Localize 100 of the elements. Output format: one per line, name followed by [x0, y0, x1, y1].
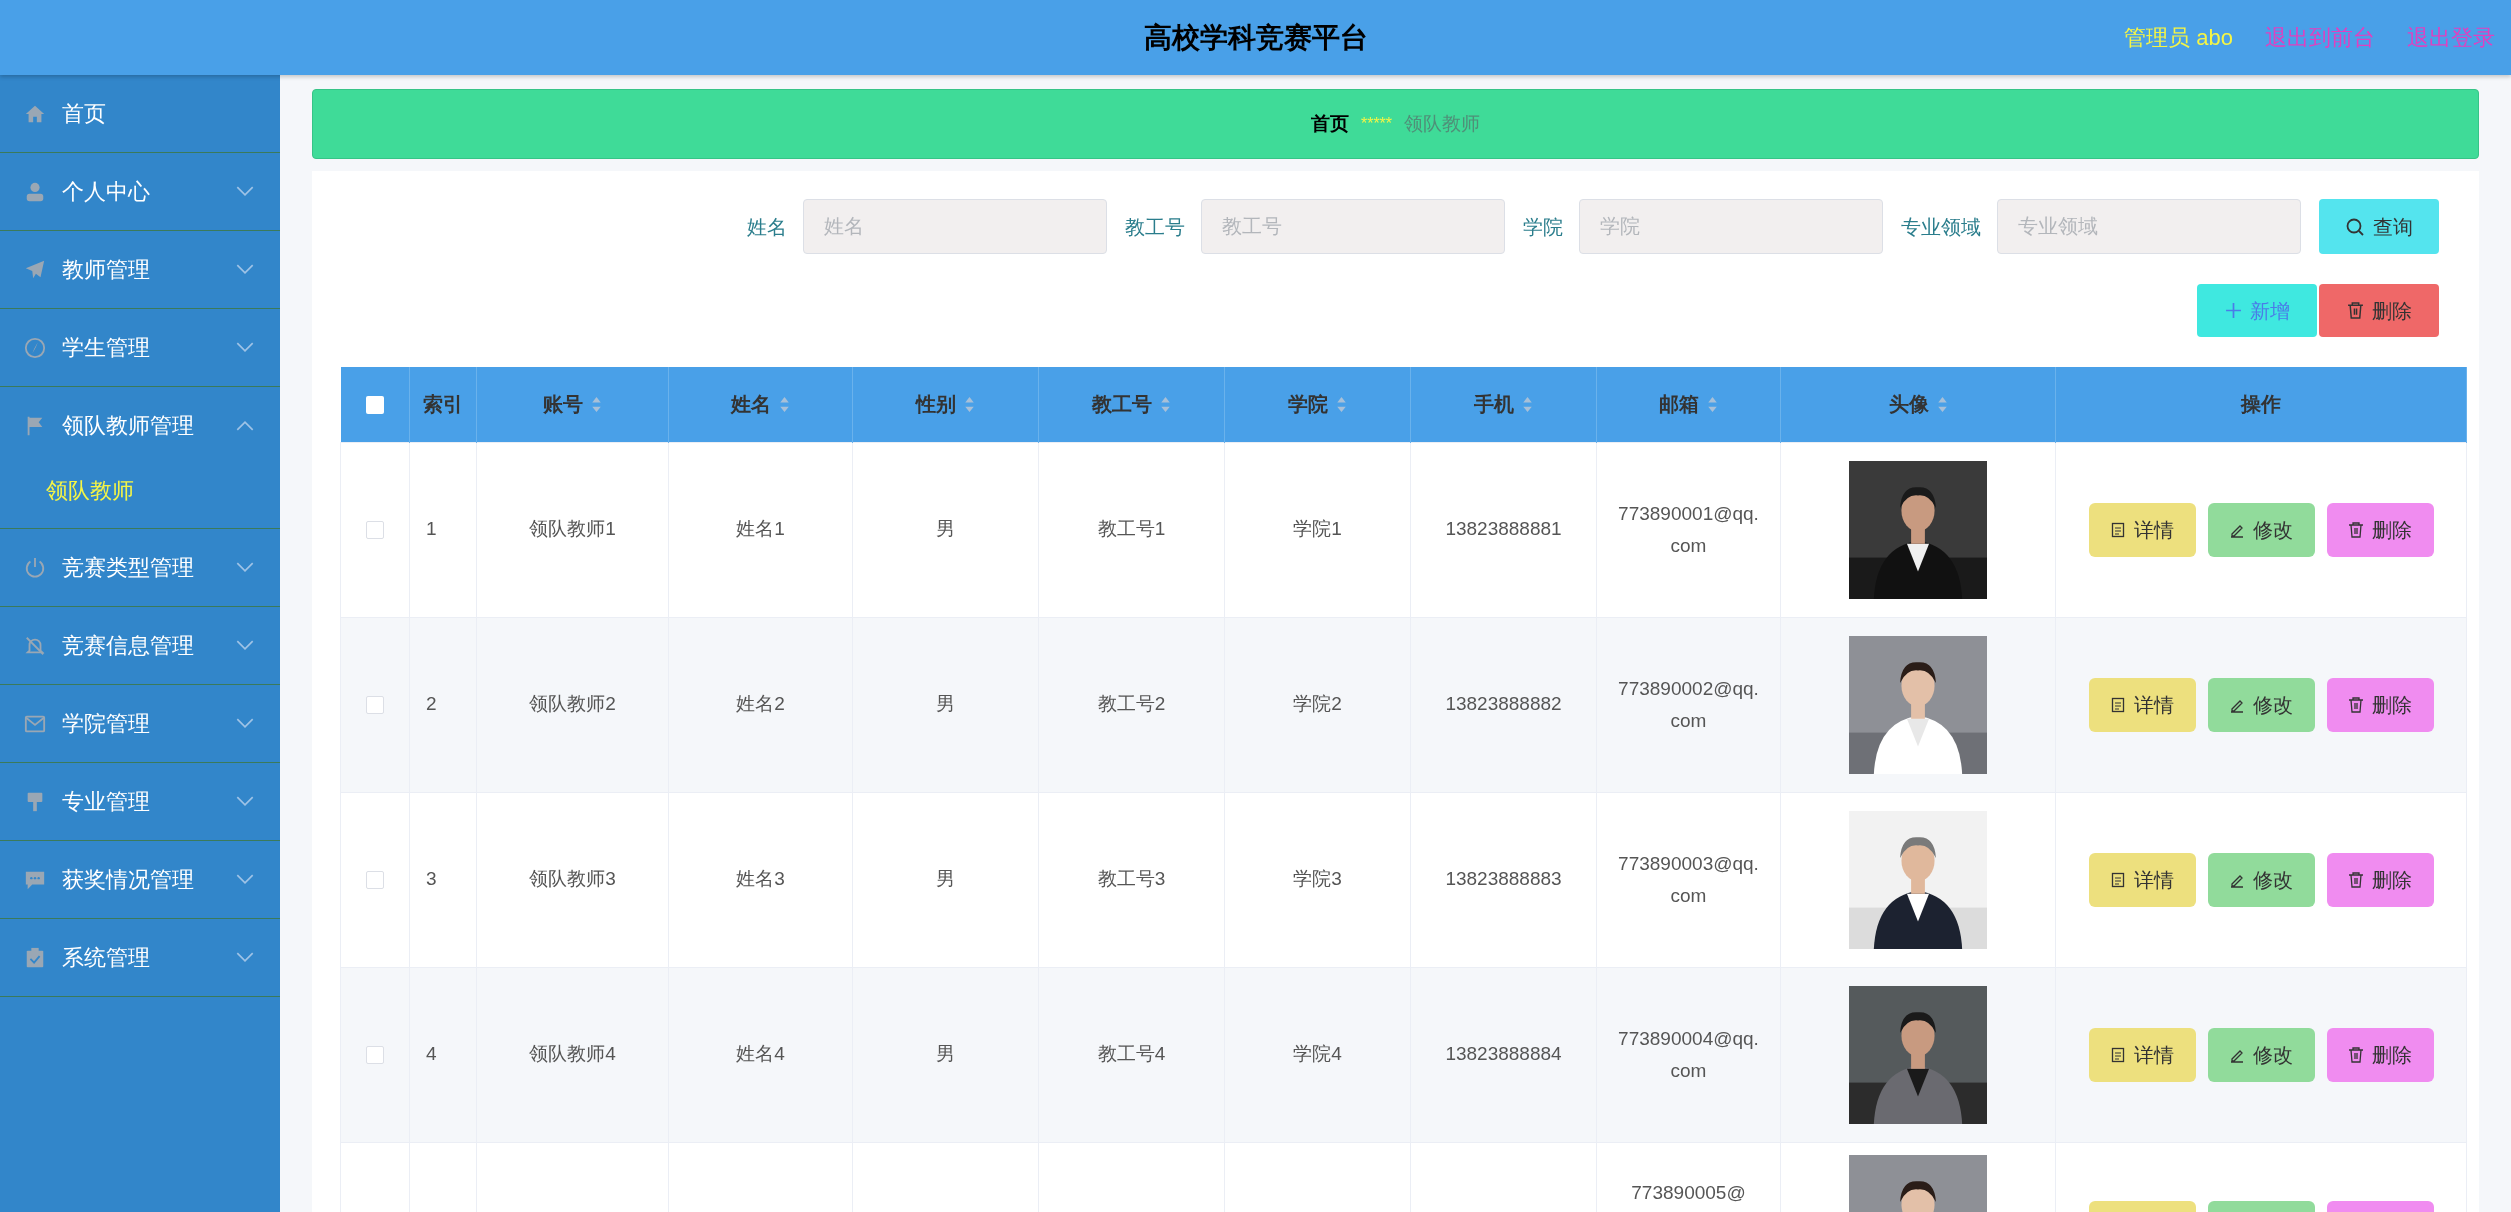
breadcrumb-separator: ***** — [1360, 114, 1393, 134]
column-header[interactable]: 头像 — [1888, 389, 1948, 420]
field-label: 姓名 — [747, 214, 787, 240]
sidebar-item[interactable]: 学生管理 — [0, 309, 280, 386]
trash-icon — [2348, 871, 2364, 888]
column-header[interactable]: 账号 — [543, 389, 602, 420]
document-icon — [2110, 521, 2126, 538]
paper-plane-icon — [24, 258, 46, 281]
table-cell: 2 — [426, 693, 437, 715]
clipboard-icon — [24, 946, 46, 969]
site-title: 高校学科竞赛平台 — [1143, 20, 1368, 55]
row-checkbox[interactable] — [366, 1046, 384, 1065]
sidebar-label: 学院管理 — [62, 710, 151, 738]
compass-icon — [24, 336, 46, 359]
table-cell: 学院2 — [1293, 693, 1342, 715]
trash-icon — [2348, 521, 2364, 538]
search-field[interactable]: 教工号 — [1201, 199, 1505, 254]
select-all-checkbox[interactable] — [365, 396, 384, 414]
edit-button[interactable]: 修改 — [2207, 852, 2315, 907]
row-checkbox[interactable] — [366, 696, 384, 715]
chevron-down-icon — [236, 562, 254, 573]
table-cell: 姓名3 — [736, 868, 785, 890]
sidebar-item[interactable]: 竞赛信息管理 — [0, 607, 280, 684]
edit-button[interactable]: 修改 — [2207, 1027, 2315, 1082]
detail-button[interactable]: 详情 — [2088, 502, 2196, 557]
row-checkbox[interactable] — [366, 521, 384, 540]
column-header: 索引 — [423, 392, 463, 418]
chevron-down-icon — [236, 186, 254, 197]
table-cell: 773890001@qq.com — [1618, 502, 1759, 556]
sidebar-label: 竞赛信息管理 — [62, 632, 195, 660]
sort-icon[interactable] — [1522, 395, 1533, 413]
admin-name: 管理员 abo — [2124, 24, 2233, 52]
chevron-down-icon — [236, 874, 254, 885]
chevron-up-icon — [236, 420, 254, 431]
table-cell: 13823888882 — [1445, 693, 1562, 715]
column-header[interactable]: 手机 — [1474, 389, 1533, 420]
breadcrumb-home[interactable]: 首页 — [1310, 109, 1349, 139]
table-cell: 领队教师2 — [529, 693, 616, 715]
search-field[interactable]: 专业领域 — [1997, 199, 2301, 254]
column-header[interactable]: 性别 — [916, 389, 975, 420]
sidebar-item[interactable]: 竞赛类型管理 — [0, 529, 280, 606]
table-cell: 773890005@ — [1631, 1181, 1746, 1203]
breadcrumb-current: 领队教师 — [1404, 111, 1481, 136]
search-field[interactable]: 学院 — [1579, 199, 1883, 254]
table-cell: 姓名1 — [736, 518, 785, 540]
table-cell: 教工号1 — [1097, 518, 1166, 540]
search-button[interactable]: 查询 — [2319, 199, 2439, 254]
sidebar-item[interactable]: 首页 — [0, 75, 280, 152]
table-cell: 领队教师3 — [529, 868, 616, 890]
table-cell: 教工号2 — [1097, 693, 1166, 715]
delete-button[interactable]: 删除 — [2326, 852, 2434, 907]
sidebar-label: 教师管理 — [62, 256, 151, 284]
document-icon — [2110, 1046, 2126, 1063]
table-cell: 1 — [426, 518, 437, 540]
chevron-down-icon — [236, 718, 254, 729]
sidebar-item[interactable]: 获奖情况管理 — [0, 841, 280, 918]
sort-icon[interactable] — [591, 395, 602, 413]
field-label: 专业领域 — [1901, 214, 1981, 240]
add-button[interactable]: 新增 — [2197, 284, 2317, 337]
column-header[interactable]: 学院 — [1288, 389, 1347, 420]
user-icon — [24, 180, 46, 203]
edit-button[interactable]: 修改 — [2207, 502, 2315, 557]
edit-button[interactable]: 修改 — [2207, 677, 2315, 732]
detail-button[interactable]: 详情 — [2088, 852, 2196, 907]
table-cell: 教工号4 — [1097, 1043, 1166, 1065]
table-cell: 773890004@qq.com — [1618, 1027, 1759, 1081]
table-cell: 773890002@qq.com — [1618, 677, 1759, 731]
sidebar-item[interactable]: 专业管理 — [0, 763, 280, 840]
search-field[interactable]: 姓名 — [803, 199, 1107, 254]
detail-button[interactable]: 详情 — [2088, 1027, 2196, 1082]
sidebar-item[interactable]: 学院管理 — [0, 685, 280, 762]
trash-icon — [2348, 1046, 2364, 1063]
delete-button[interactable]: 删除 — [2326, 1027, 2434, 1082]
chevron-down-icon — [236, 796, 254, 807]
sort-icon[interactable] — [1336, 395, 1347, 413]
delete-button[interactable]: 删除 — [2319, 284, 2439, 337]
sort-icon[interactable] — [1707, 395, 1718, 413]
sort-icon[interactable] — [964, 395, 975, 413]
row-checkbox[interactable] — [366, 871, 384, 890]
document-icon — [2110, 696, 2126, 713]
delete-button[interactable]: 删除 — [2326, 502, 2434, 557]
sort-icon[interactable] — [779, 395, 790, 413]
sidebar-label: 领队教师管理 — [62, 412, 195, 440]
sidebar-label: 学生管理 — [62, 334, 151, 362]
column-header[interactable]: 姓名 — [731, 389, 790, 420]
detail-button[interactable]: 详情 — [2088, 677, 2196, 732]
sidebar-label: 系统管理 — [62, 944, 151, 972]
column-header[interactable]: 教工号 — [1092, 389, 1171, 420]
sidebar-item[interactable]: 系统管理 — [0, 919, 280, 996]
sort-icon[interactable] — [1936, 395, 1948, 413]
sidebar-item[interactable]: 教师管理 — [0, 231, 280, 308]
sidebar-label: 专业管理 — [62, 788, 151, 816]
chevron-down-icon — [236, 952, 254, 963]
column-header: 操作 — [2241, 392, 2281, 418]
column-header[interactable]: 邮箱 — [1659, 389, 1718, 420]
sort-icon[interactable] — [1160, 395, 1171, 413]
sidebar-item[interactable]: 个人中心 — [0, 153, 280, 230]
chevron-down-icon — [236, 342, 254, 353]
table-cell: 13823888883 — [1445, 868, 1562, 890]
delete-button[interactable]: 删除 — [2326, 677, 2434, 732]
